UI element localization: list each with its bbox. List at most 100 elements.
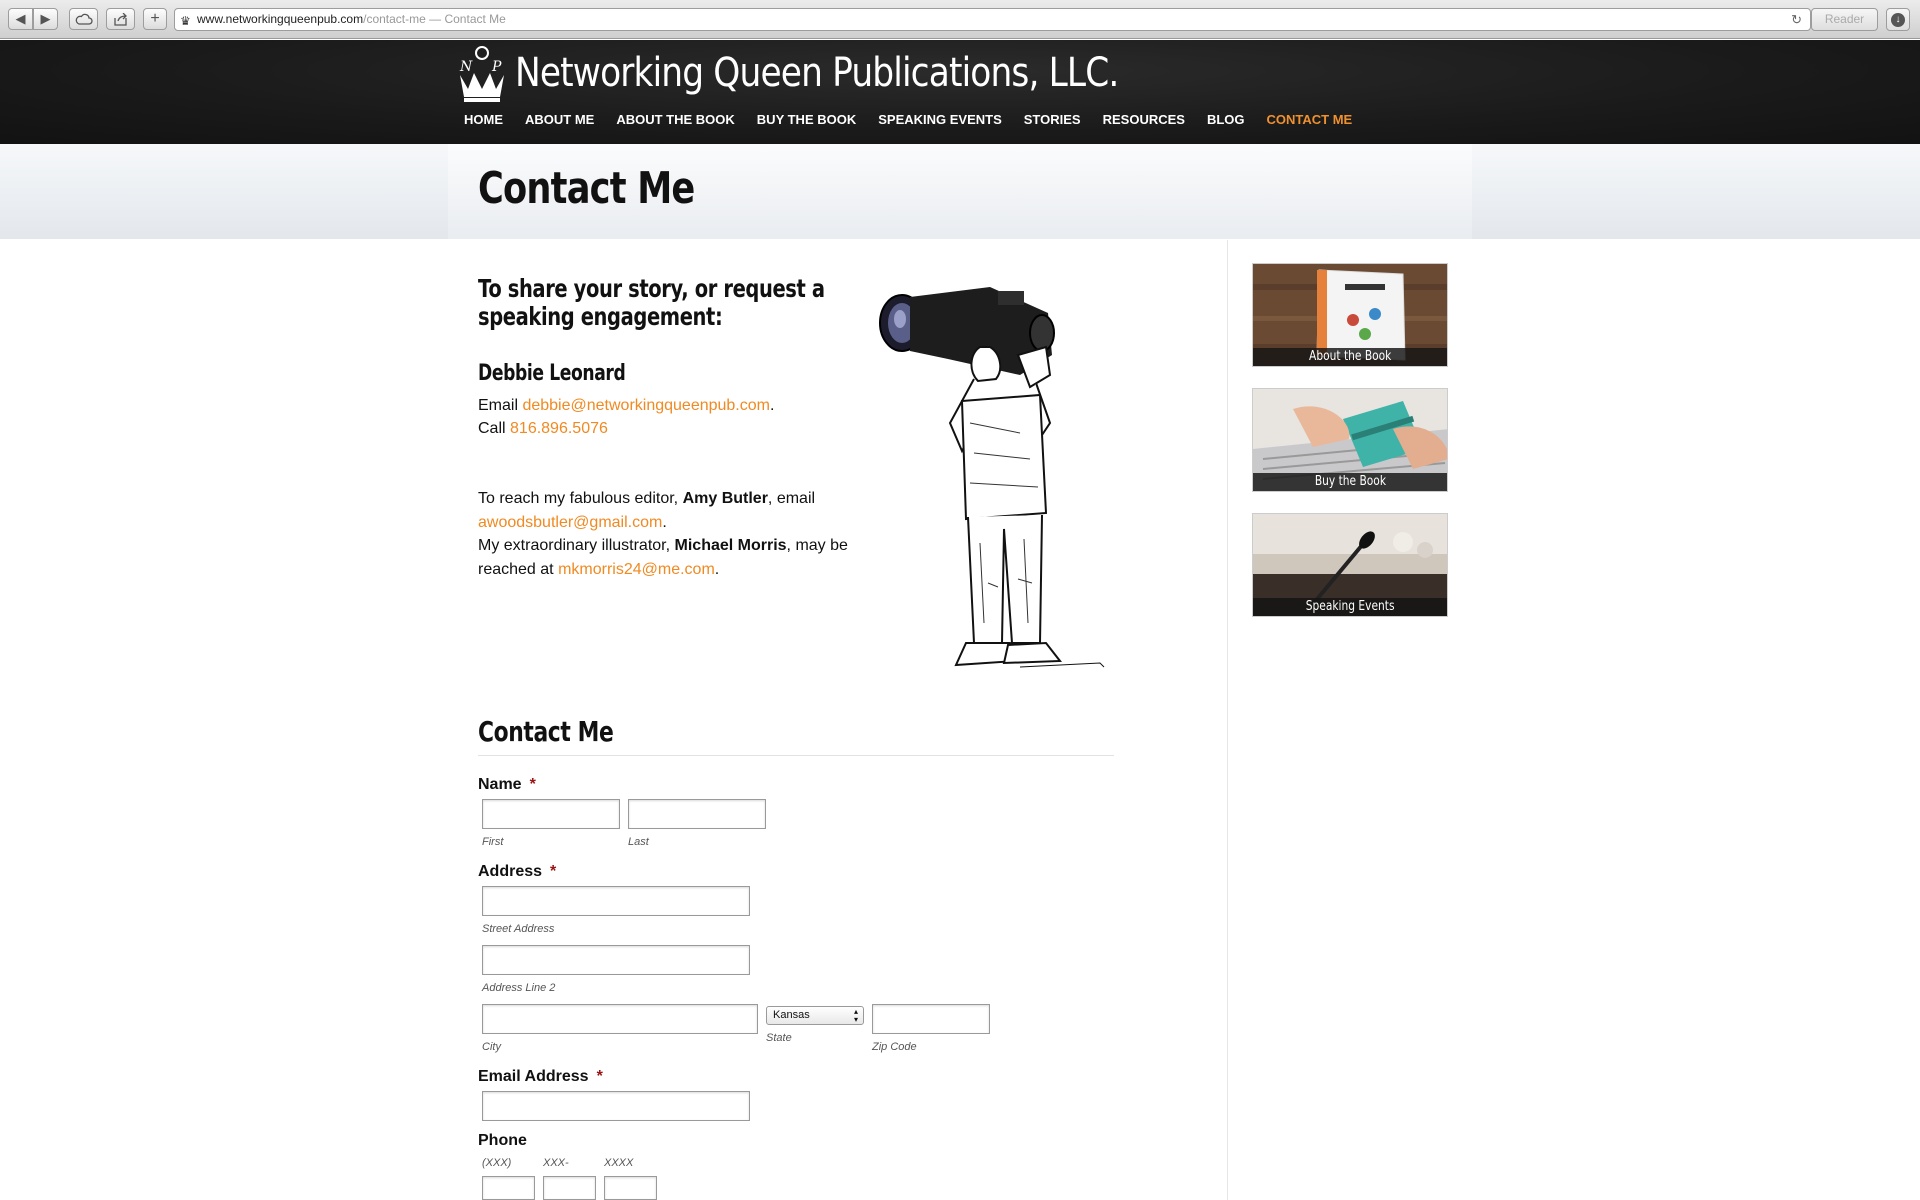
forward-arrow-icon: ▶ [40, 11, 51, 26]
first-sublabel: First [482, 836, 504, 848]
city-sublabel: City [482, 1041, 501, 1053]
reload-icon[interactable]: ↻ [1791, 9, 1802, 30]
illustrator-reach-prefix: reached at [478, 560, 559, 578]
email-required-mark: * [596, 1068, 603, 1085]
last-name-input[interactable] [628, 799, 766, 829]
illustrator-email-suffix: . [714, 560, 720, 578]
address-line-2-sublabel: Address Line 2 [482, 982, 556, 994]
new-tab-button[interactable]: + [143, 8, 167, 30]
address-bar[interactable]: ♛ www.networkingqueenpub.com/contact-me … [174, 8, 1811, 31]
select-arrows-icon: ▴ ▾ [853, 1007, 858, 1024]
address-label: Address * [478, 863, 556, 881]
illustrator-text-a: My extraordinary illustrator, [478, 537, 675, 554]
intro-heading: To share your story, or request a speaki… [478, 275, 825, 331]
zip-code-sublabel: Zip Code [872, 1041, 917, 1053]
phone-line-input[interactable] [604, 1176, 657, 1200]
phone-line-sublabel: XXXX [604, 1157, 634, 1169]
nav-resources[interactable]: RESOURCES [1103, 112, 1185, 127]
cloud-icon [75, 13, 93, 25]
nav-home[interactable]: HOME [464, 112, 503, 127]
speaking-events-caption: Speaking Events [1253, 598, 1447, 616]
email-link[interactable]: debbie@networkingqueenpub.com [522, 397, 770, 414]
nav-buy-the-book[interactable]: BUY THE BOOK [757, 112, 856, 127]
page-title: Contact Me [478, 163, 695, 214]
share-icon [113, 12, 127, 26]
illustrator-reach-line: reached at mkmorris24@me.com. [478, 558, 848, 582]
street-address-input[interactable] [482, 886, 750, 916]
reader-button[interactable]: Reader [1811, 8, 1878, 31]
download-icon: ↓ [1891, 12, 1905, 27]
nav-contact-me[interactable]: CONTACT ME [1267, 112, 1353, 127]
icloud-tabs-button[interactable] [69, 8, 98, 30]
name-label: Name * [478, 776, 536, 794]
nav-about-me[interactable]: ABOUT ME [525, 112, 594, 127]
editor-email-line: awoodsbutler@gmail.com. [478, 511, 848, 535]
back-arrow-icon: ◀ [15, 11, 26, 26]
street-address-sublabel: Street Address [482, 923, 555, 935]
name-label-text: Name [478, 776, 522, 793]
address-line-2-input[interactable] [482, 945, 750, 975]
binoculars-illustration [879, 287, 1105, 668]
speaking-events-widget[interactable]: Speaking Events [1252, 513, 1448, 617]
svg-text:N: N [459, 59, 473, 75]
phone-prefix-sublabel: XXX- [543, 1157, 569, 1169]
nav-about-the-book[interactable]: ABOUT THE BOOK [616, 112, 734, 127]
browser-toolbar: ◀ ▶ + ♛ www.networkingqueenpub.com/conta… [0, 0, 1920, 39]
main-navigation: HOME ABOUT ME ABOUT THE BOOK BUY THE BOO… [464, 112, 1374, 127]
name-required-mark: * [529, 776, 536, 793]
email-address-input[interactable] [482, 1091, 750, 1121]
first-name-input[interactable] [482, 799, 620, 829]
intro-heading-line-1: To share your story, or request a [478, 274, 825, 303]
sidebar-divider [1227, 240, 1228, 1200]
email-address-label-text: Email Address [478, 1068, 589, 1085]
address-label-text: Address [478, 863, 543, 880]
site-title[interactable]: Networking Queen Publications, LLC. [515, 50, 1119, 96]
phone-area-sublabel: (XXX) [482, 1157, 512, 1169]
phone-area-input[interactable] [482, 1176, 535, 1200]
nav-blog[interactable]: BLOG [1207, 112, 1245, 127]
plus-icon: + [150, 10, 160, 27]
address-required-mark: * [550, 863, 557, 880]
nav-stories[interactable]: STORIES [1024, 112, 1081, 127]
svg-text:P: P [491, 59, 502, 75]
state-sublabel: State [766, 1032, 792, 1044]
call-prefix: Call [478, 420, 511, 437]
url-path: /contact-me — Contact Me [363, 12, 506, 26]
url-host: www.networkingqueenpub.com [197, 12, 364, 26]
site-favicon-icon: ♛ [180, 14, 191, 28]
editor-email-link[interactable]: awoodsbutler@gmail.com [478, 514, 662, 531]
email-suffix: . [769, 397, 775, 414]
editor-text-b: , email [767, 490, 816, 507]
city-input[interactable] [482, 1004, 758, 1034]
share-button[interactable] [106, 8, 135, 30]
buy-the-book-caption: Buy the Book [1253, 473, 1447, 491]
about-the-book-widget[interactable]: About the Book [1252, 263, 1448, 367]
form-heading-rule [478, 755, 1114, 756]
zip-code-input[interactable] [872, 1004, 990, 1034]
about-the-book-caption: About the Book [1253, 348, 1447, 366]
editor-email-suffix: . [662, 513, 667, 531]
state-select[interactable]: Kansas ▴ ▾ [766, 1006, 864, 1025]
back-button[interactable]: ◀ [8, 8, 33, 30]
state-select-value: Kansas [773, 1009, 810, 1021]
editor-line: To reach my fabulous editor, Amy Butler,… [478, 487, 848, 511]
downloads-button[interactable]: ↓ [1886, 8, 1910, 31]
phone-label: Phone [478, 1132, 527, 1149]
illustrator-name: Michael Morris [674, 537, 787, 554]
crown-logo-icon[interactable]: N P [454, 45, 510, 103]
editor-paragraph: To reach my fabulous editor, Amy Butler,… [478, 487, 848, 581]
illustrator-email-link[interactable]: mkmorris24@me.com [558, 561, 715, 578]
illustrator-text-b: , may be [786, 537, 848, 554]
email-prefix: Email [478, 397, 523, 414]
form-heading: Contact Me [478, 715, 614, 748]
buy-the-book-widget[interactable]: Buy the Book [1252, 388, 1448, 492]
phone-prefix-input[interactable] [543, 1176, 596, 1200]
illustrator-line: My extraordinary illustrator, Michael Mo… [478, 534, 848, 558]
call-line: Call 816.896.5076 [478, 417, 608, 441]
intro-heading-line-2: speaking engagement: [478, 302, 723, 331]
nav-speaking-events[interactable]: SPEAKING EVENTS [878, 112, 1002, 127]
phone-link[interactable]: 816.896.5076 [510, 420, 608, 437]
email-address-label: Email Address * [478, 1068, 603, 1086]
editor-text-a: To reach my fabulous editor, [478, 490, 683, 507]
forward-button[interactable]: ▶ [33, 8, 58, 30]
